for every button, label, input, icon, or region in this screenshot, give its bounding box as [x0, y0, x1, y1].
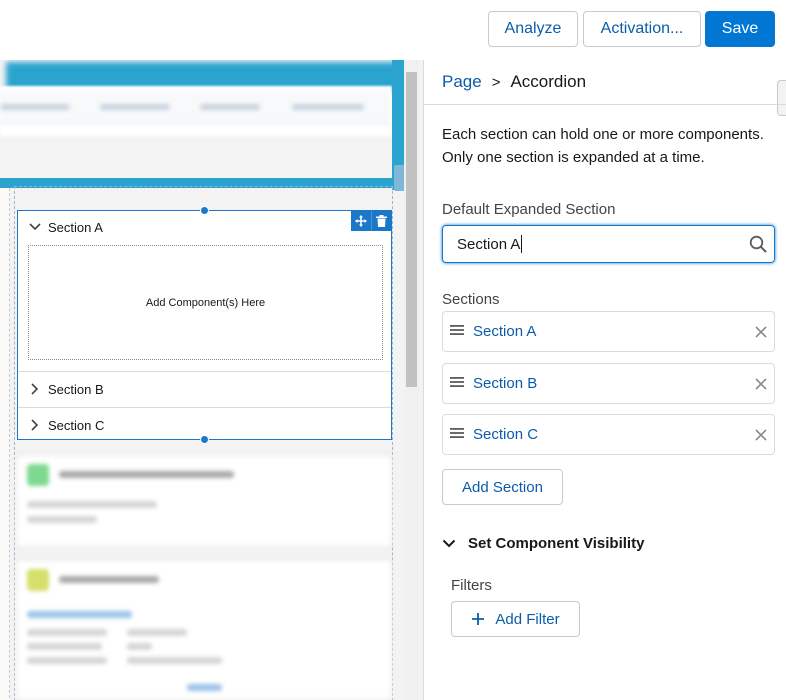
top-toolbar: Analyze Activation... Save — [0, 0, 786, 60]
section-label: Section A — [48, 219, 103, 235]
add-filter-label: Add Filter — [495, 610, 560, 628]
section-item-label[interactable]: Section C — [473, 426, 538, 443]
drag-handle-icon[interactable] — [450, 426, 464, 444]
section-item-label[interactable]: Section A — [473, 323, 536, 340]
blurred-card — [16, 560, 392, 700]
default-expanded-section-combobox[interactable]: Section A — [442, 225, 775, 263]
visibility-title: Set Component Visibility — [468, 535, 645, 552]
component-description: Each section can hold one or more compon… — [442, 126, 764, 166]
activation-button[interactable]: Activation... — [583, 11, 701, 47]
left-column-region — [0, 188, 10, 700]
blurred-header-tabs — [0, 90, 390, 124]
section-list-item[interactable]: Section B — [442, 363, 775, 404]
save-button[interactable]: Save — [705, 11, 775, 47]
section-label: Section B — [48, 381, 104, 397]
breadcrumb-page-link[interactable]: Page — [442, 72, 482, 92]
close-icon[interactable] — [754, 377, 768, 391]
accordion-section-b[interactable]: Section B — [18, 371, 391, 407]
section-label: Section C — [48, 417, 105, 433]
section-list-item[interactable]: Section A — [442, 311, 775, 352]
page-canvas: Section A Add Component(s) Here Section … — [0, 60, 423, 700]
breadcrumb-current: Accordion — [510, 72, 587, 91]
panel-divider — [424, 104, 786, 105]
breadcrumb: Page > Accordion — [442, 72, 586, 92]
filters-label: Filters — [451, 577, 492, 594]
section-list-item[interactable]: Section C — [442, 414, 775, 455]
chevron-down-icon — [28, 220, 42, 234]
combobox-value: Section A — [457, 235, 521, 253]
search-icon — [749, 235, 767, 253]
sections-label: Sections — [442, 291, 500, 308]
section-item-label[interactable]: Section B — [473, 375, 537, 392]
chevron-right-icon — [28, 418, 42, 432]
chevron-right-icon — [28, 382, 42, 396]
panel-collapse-tab[interactable] — [777, 80, 786, 116]
accordion-section-a[interactable]: Section A — [18, 209, 391, 245]
analyze-button[interactable]: Analyze — [488, 11, 578, 47]
drag-handle-icon[interactable] — [450, 375, 464, 393]
accordion-section-c[interactable]: Section C — [18, 407, 391, 443]
drag-handle-icon[interactable] — [450, 323, 464, 341]
drop-zone-text: Add Component(s) Here — [145, 296, 266, 309]
close-icon[interactable] — [754, 428, 768, 442]
scrollbar-thumb[interactable] — [406, 72, 417, 387]
breadcrumb-separator: > — [491, 73, 501, 91]
default-expanded-label: Default Expanded Section — [442, 201, 616, 218]
canvas-collapse-tab[interactable] — [394, 165, 404, 191]
canvas-scrollbar[interactable] — [404, 60, 419, 700]
visibility-section-header[interactable]: Set Component Visibility — [442, 535, 644, 552]
blurred-card — [16, 455, 392, 547]
chevron-down-icon — [442, 539, 458, 548]
component-drop-zone[interactable]: Add Component(s) Here — [28, 245, 383, 360]
accordion-component[interactable]: Section A Add Component(s) Here Section … — [17, 206, 392, 444]
add-filter-button[interactable]: Add Filter — [451, 601, 580, 637]
text-cursor — [521, 235, 523, 253]
close-icon[interactable] — [754, 325, 768, 339]
add-section-button[interactable]: Add Section — [442, 469, 563, 505]
plus-icon — [471, 612, 485, 626]
